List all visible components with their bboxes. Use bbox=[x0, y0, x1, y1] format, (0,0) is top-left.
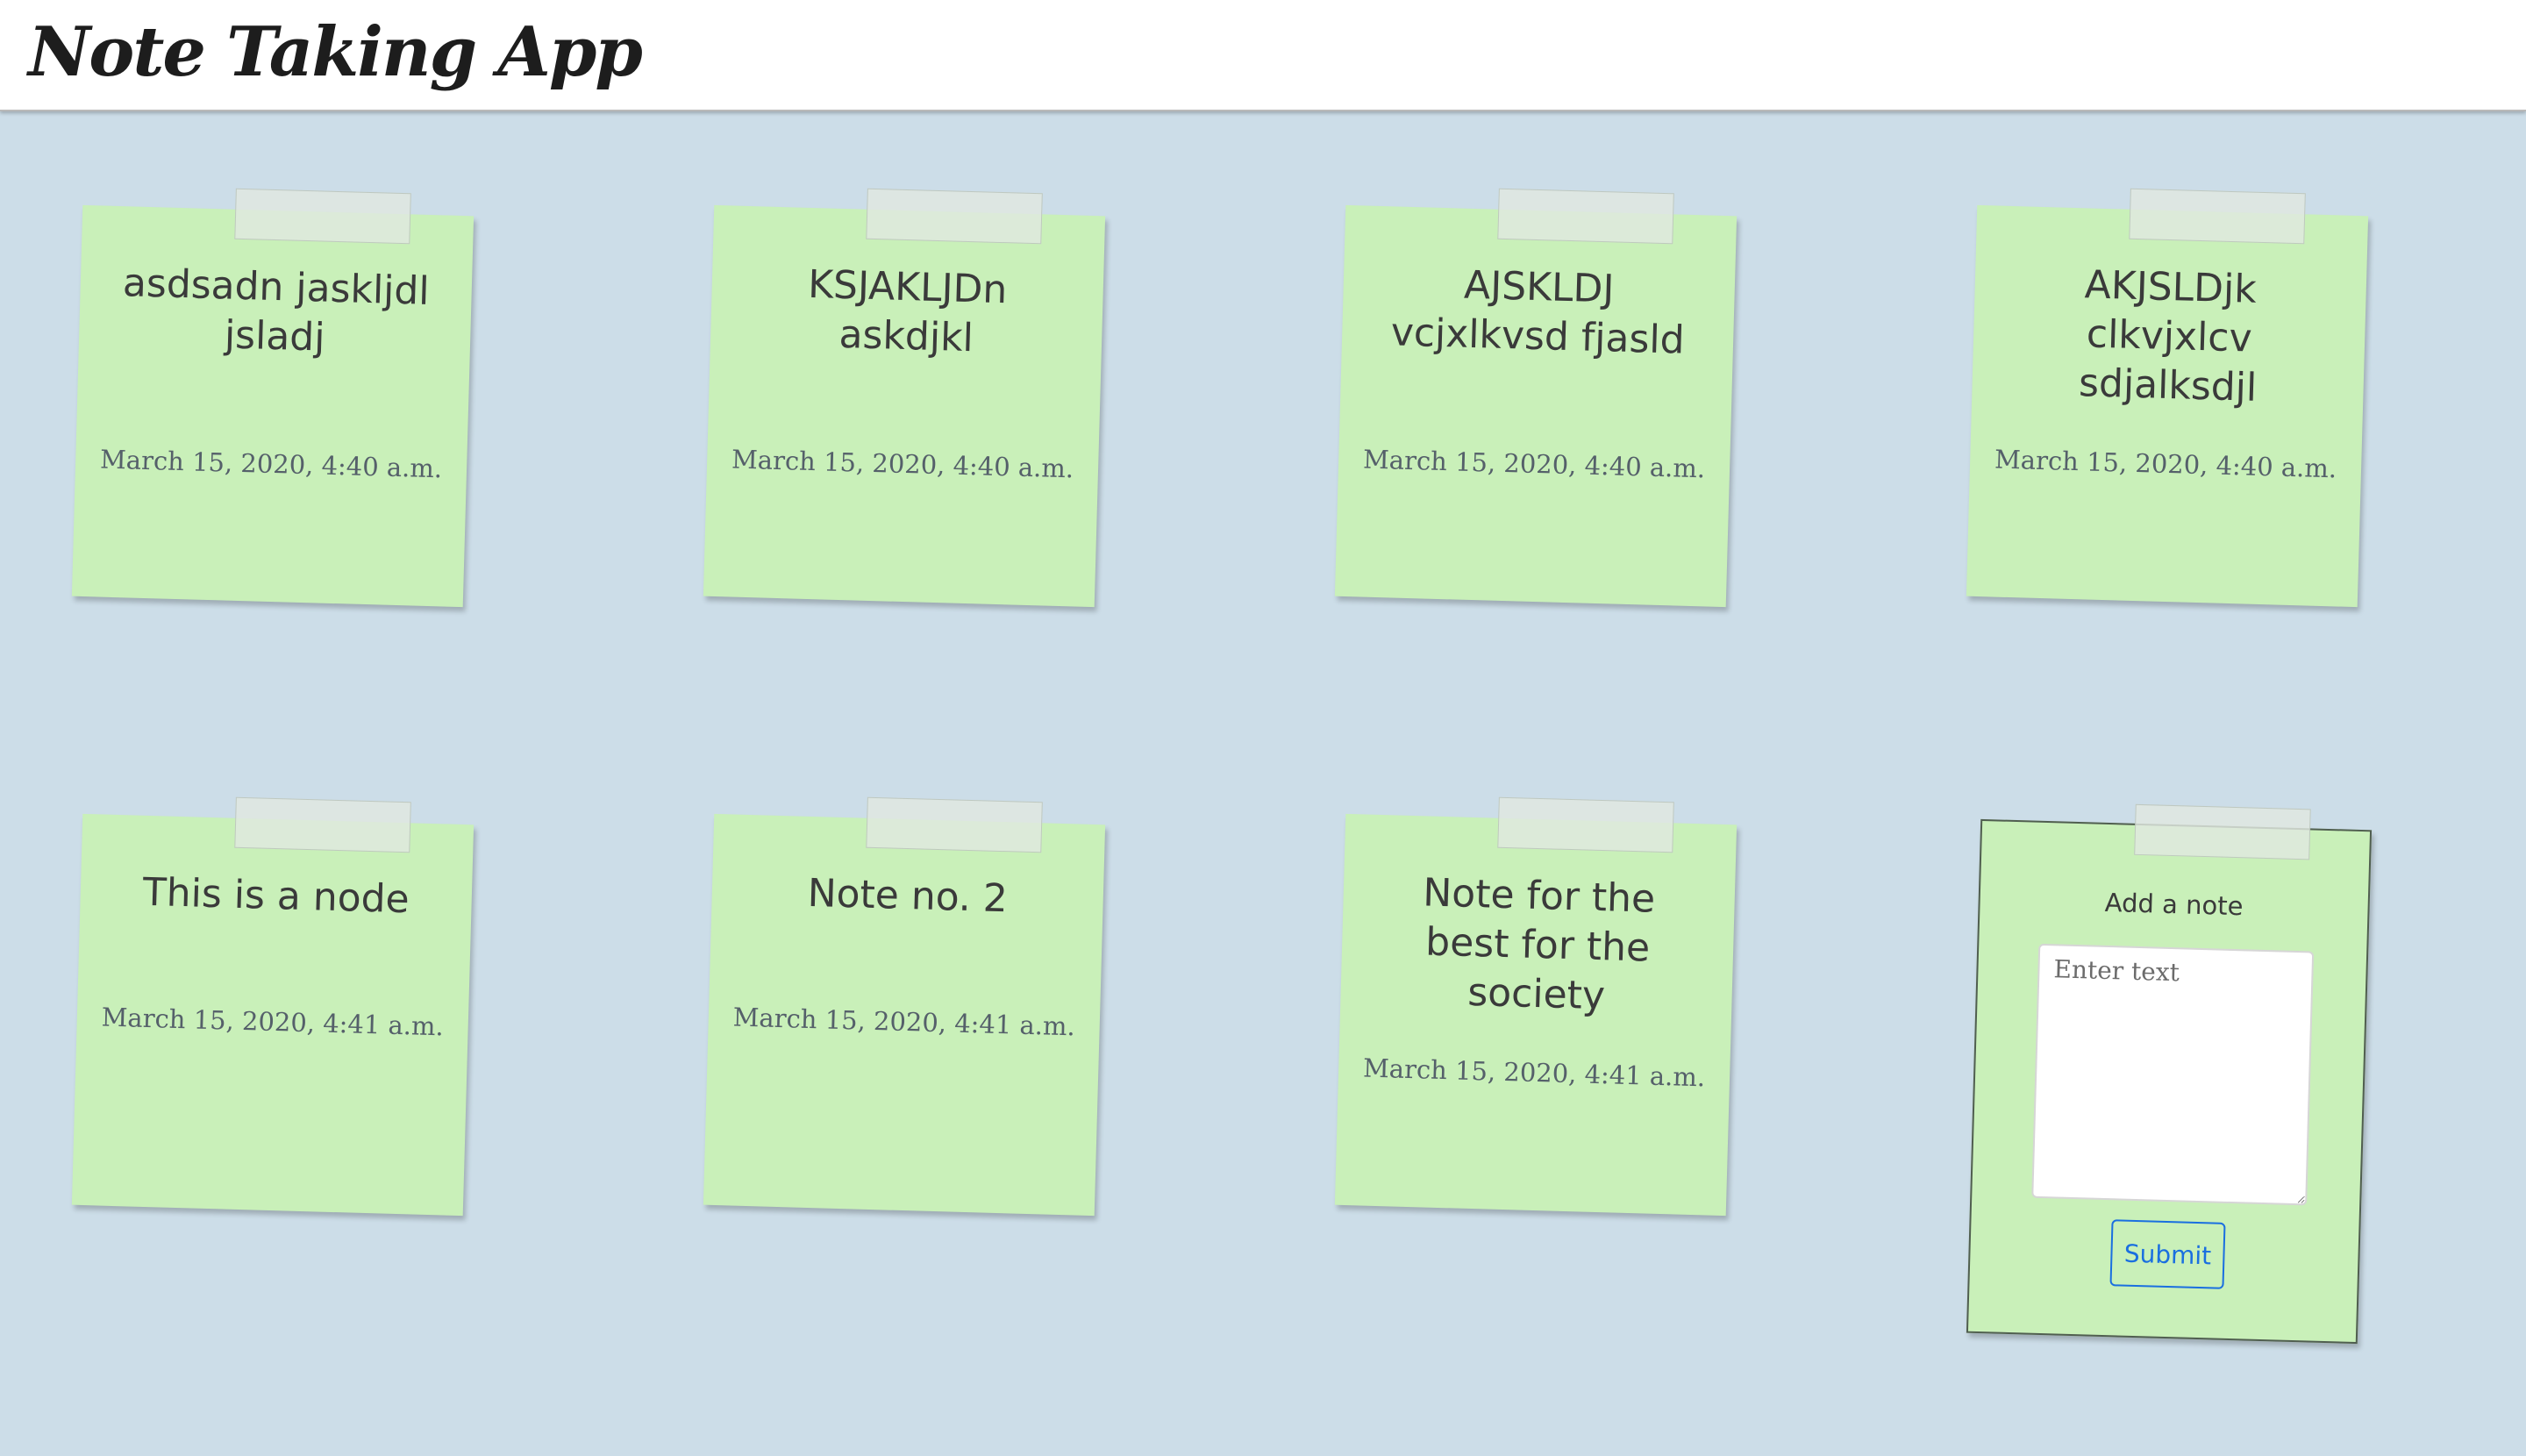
tape-strip bbox=[2134, 803, 2311, 860]
note-card: This is a node March 15, 2020, 4:41 a.m. bbox=[71, 796, 475, 1217]
note-card: Note for the best for the society March … bbox=[1334, 796, 1738, 1217]
note-card: asdsadn jaskljdl jsladj March 15, 2020, … bbox=[71, 188, 475, 608]
tape-strip bbox=[1497, 188, 1674, 245]
add-note-title: Add a note bbox=[2104, 887, 2244, 922]
note-date: March 15, 2020, 4:41 a.m. bbox=[101, 1002, 445, 1042]
submit-button[interactable]: Submit bbox=[2109, 1219, 2226, 1289]
tape-strip bbox=[866, 188, 1043, 245]
note-text-input[interactable] bbox=[2031, 943, 2315, 1206]
note-text: asdsadn jaskljdl jsladj bbox=[122, 261, 431, 360]
app-title: Note Taking App bbox=[28, 12, 643, 92]
note-card: Note no. 2 March 15, 2020, 4:41 a.m. bbox=[703, 796, 1106, 1217]
note-card: KSJAKLJDn askdjkl March 15, 2020, 4:40 a… bbox=[703, 188, 1106, 608]
note-date: March 15, 2020, 4:40 a.m. bbox=[99, 444, 443, 484]
tape-strip bbox=[234, 796, 411, 853]
note-text: Note no. 2 bbox=[807, 870, 1009, 922]
note-card: AJSKLDJ vcjxlkvsd fjasld March 15, 2020,… bbox=[1334, 188, 1738, 608]
note-text: AKJSLDjk clkvjxlcv sdjalksdjl bbox=[2078, 262, 2258, 410]
note-text: AJSKLDJ vcjxlkvsd fjasld bbox=[1390, 262, 1686, 363]
app-header: Note Taking App bbox=[0, 0, 2526, 111]
tape-strip bbox=[234, 188, 411, 245]
tape-strip bbox=[2129, 188, 2306, 245]
note-date: March 15, 2020, 4:41 a.m. bbox=[732, 1002, 1076, 1042]
note-date: March 15, 2020, 4:40 a.m. bbox=[1994, 444, 2337, 484]
note-card: AKJSLDjk clkvjxlcv sdjalksdjl March 15, … bbox=[1966, 188, 2369, 608]
note-text: KSJAKLJDn askdjkl bbox=[807, 261, 1009, 361]
tape-strip bbox=[1497, 796, 1674, 853]
note-date: March 15, 2020, 4:40 a.m. bbox=[1362, 444, 1706, 484]
note-text: Note for the best for the society bbox=[1422, 870, 1656, 1019]
tape-strip bbox=[866, 796, 1043, 853]
note-date: March 15, 2020, 4:41 a.m. bbox=[1362, 1053, 1706, 1093]
note-text: This is a node bbox=[142, 869, 410, 923]
note-date: March 15, 2020, 4:40 a.m. bbox=[731, 444, 1074, 484]
add-note-form: Add a note Submit bbox=[1966, 803, 2373, 1345]
